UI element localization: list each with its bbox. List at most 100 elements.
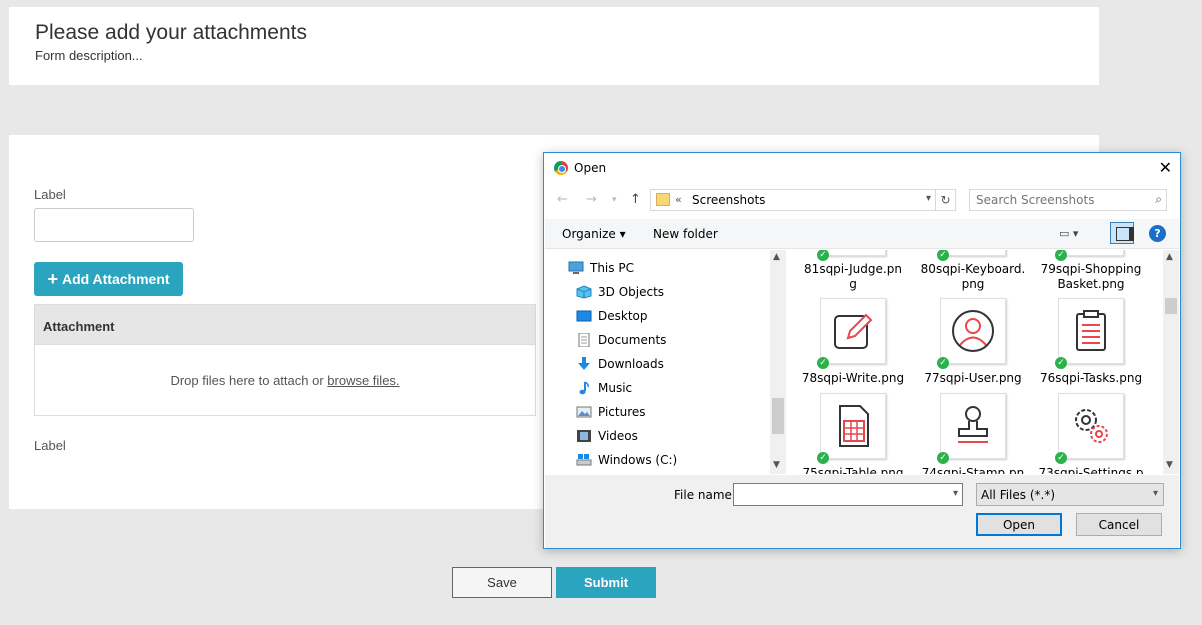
dialog-title: Open: [574, 161, 607, 175]
file-pane-scrollbar[interactable]: ▲ ▼: [1163, 250, 1179, 474]
file-name-line2: g: [849, 277, 857, 291]
file-item-settings[interactable]: 73sqpi-Settings.p: [1036, 466, 1146, 474]
file-type-select[interactable]: All Files (*.*) ▾: [976, 483, 1164, 506]
sync-check-icon: ✓: [937, 250, 949, 261]
add-attachment-label: Add Attachment: [61, 271, 170, 287]
film-icon: [577, 430, 591, 442]
chevron-down-icon[interactable]: ▾: [926, 193, 931, 204]
back-arrow-icon[interactable]: ←: [557, 192, 568, 207]
close-icon[interactable]: ✕: [1159, 158, 1172, 177]
file-thumbnail[interactable]: [1058, 298, 1124, 364]
file-thumbnail[interactable]: [820, 393, 886, 459]
sync-check-icon: ✓: [1055, 250, 1067, 261]
add-attachment-button[interactable]: + Add Attachment: [34, 262, 183, 296]
file-item-table[interactable]: 75sqpi-Table.png: [798, 466, 908, 474]
computer-icon: [568, 261, 584, 274]
search-icon[interactable]: ⌕: [1155, 192, 1162, 207]
attachment-table: Attachment Drop files here to attach or …: [34, 304, 536, 416]
dialog-toolbar: Organize ▾ New folder ▭ ▾ ?: [545, 219, 1179, 249]
open-button[interactable]: Open: [976, 513, 1062, 536]
settings-icon: [1075, 409, 1108, 443]
file-scroll-thumb[interactable]: [1165, 298, 1177, 314]
scroll-up-icon[interactable]: ▲: [1166, 252, 1173, 262]
recent-locations-chevron-icon[interactable]: ▾: [612, 195, 617, 205]
address-bar[interactable]: « Screenshots ▾ ↻: [650, 189, 956, 211]
sync-check-icon: ✓: [817, 452, 829, 464]
organize-menu[interactable]: Organize ▾: [562, 227, 626, 241]
nav-item-label: Music: [598, 381, 633, 395]
open-file-dialog: Open ✕ ← → ▾ ↑ « Screenshots ▾ ↻ ⌕ Organ…: [543, 152, 1181, 549]
sync-check-icon: ✓: [1055, 452, 1067, 464]
file-item-judge[interactable]: 81sqpi-Judge.pn g: [798, 262, 908, 292]
nav-item-videos[interactable]: Videos: [576, 429, 638, 443]
sync-check-icon: ✓: [937, 357, 949, 369]
scroll-down-icon[interactable]: ▼: [773, 460, 780, 470]
form-header-card: Please add your attachments Form descrip…: [9, 7, 1099, 85]
nav-item-documents[interactable]: Documents: [576, 333, 666, 347]
file-thumbnail[interactable]: [1058, 393, 1124, 459]
file-thumbnail[interactable]: [940, 393, 1006, 459]
nav-item-label: 3D Objects: [598, 285, 665, 299]
save-button[interactable]: Save: [452, 567, 552, 598]
forward-arrow-icon[interactable]: →: [586, 192, 597, 207]
address-path[interactable]: Screenshots: [692, 193, 765, 207]
file-item-tasks[interactable]: 76sqpi-Tasks.png: [1036, 371, 1146, 386]
label-text-input[interactable]: [34, 208, 194, 242]
search-box[interactable]: ⌕: [969, 189, 1167, 211]
nav-scroll-thumb[interactable]: [772, 398, 784, 434]
browse-files-link[interactable]: browse files.: [327, 373, 399, 388]
file-name: 77sqpi-User.png: [924, 371, 1022, 385]
drop-zone[interactable]: Drop files here to attach or browse file…: [35, 345, 535, 388]
file-thumbnail[interactable]: [820, 250, 886, 256]
chevron-down-icon[interactable]: ▾: [953, 488, 958, 499]
file-item-shopping-basket[interactable]: 79sqpi-Shopping Basket.png: [1036, 262, 1146, 292]
nav-item-windows-c[interactable]: Windows (C:): [576, 453, 677, 467]
nav-item-music[interactable]: Music: [576, 381, 632, 395]
refresh-icon[interactable]: ↻: [935, 190, 955, 210]
cancel-button[interactable]: Cancel: [1076, 513, 1162, 536]
tasks-icon: [1076, 310, 1106, 351]
file-thumbnail[interactable]: [820, 298, 886, 364]
file-name: 80sqpi-Keyboard.: [920, 262, 1026, 276]
nav-item-this-pc[interactable]: This PC: [568, 261, 634, 275]
file-thumbnail[interactable]: [940, 298, 1006, 364]
field-label-2: Label: [34, 438, 66, 453]
cube-icon: [576, 285, 592, 299]
file-item-write[interactable]: 78sqpi-Write.png: [798, 371, 908, 386]
file-thumbnail[interactable]: [1058, 250, 1124, 256]
nav-item-label: This PC: [590, 261, 634, 275]
form-description: Form description...: [35, 48, 143, 63]
nav-item-pictures[interactable]: Pictures: [576, 405, 646, 419]
write-icon: [834, 313, 873, 349]
nav-item-desktop[interactable]: Desktop: [576, 309, 648, 323]
chevron-down-icon[interactable]: ▾: [1153, 488, 1158, 499]
file-item-user[interactable]: 77sqpi-User.png: [918, 371, 1028, 386]
file-name: 79sqpi-Shopping: [1040, 262, 1142, 276]
dialog-titlebar[interactable]: Open ✕: [544, 153, 1180, 183]
nav-pane-scrollbar[interactable]: ▲ ▼: [770, 250, 786, 474]
help-icon[interactable]: ?: [1149, 225, 1166, 242]
scroll-up-icon[interactable]: ▲: [773, 252, 780, 262]
nav-item-label: Pictures: [598, 405, 646, 419]
file-name-input[interactable]: ▾: [733, 483, 963, 506]
nav-item-label: Windows (C:): [598, 453, 678, 467]
nav-item-downloads[interactable]: Downloads: [576, 357, 664, 371]
page-title: Please add your attachments: [35, 21, 307, 44]
desktop-icon: [576, 310, 592, 322]
scroll-down-icon[interactable]: ▼: [1166, 460, 1173, 470]
nav-item-label: Desktop: [598, 309, 648, 323]
navigation-bar: ← → ▾ ↑ « Screenshots ▾ ↻ ⌕: [544, 188, 1180, 212]
file-thumbnail[interactable]: [940, 250, 1006, 256]
view-options-icon[interactable]: ▭ ▾: [1059, 227, 1078, 240]
search-input[interactable]: [970, 190, 1140, 210]
nav-item-label: Videos: [598, 429, 638, 443]
up-arrow-icon[interactable]: ↑: [630, 192, 641, 207]
nav-item-3d-objects[interactable]: 3D Objects: [576, 285, 664, 299]
sync-check-icon: ✓: [1055, 357, 1067, 369]
submit-button[interactable]: Submit: [556, 567, 656, 598]
file-item-keyboard[interactable]: 80sqpi-Keyboard. png: [918, 262, 1028, 292]
preview-pane-icon[interactable]: [1110, 222, 1134, 244]
new-folder-button[interactable]: New folder: [653, 227, 718, 241]
stamp-icon: [958, 406, 988, 443]
file-item-stamp[interactable]: 74sqpi-Stamp.pn: [918, 466, 1028, 474]
